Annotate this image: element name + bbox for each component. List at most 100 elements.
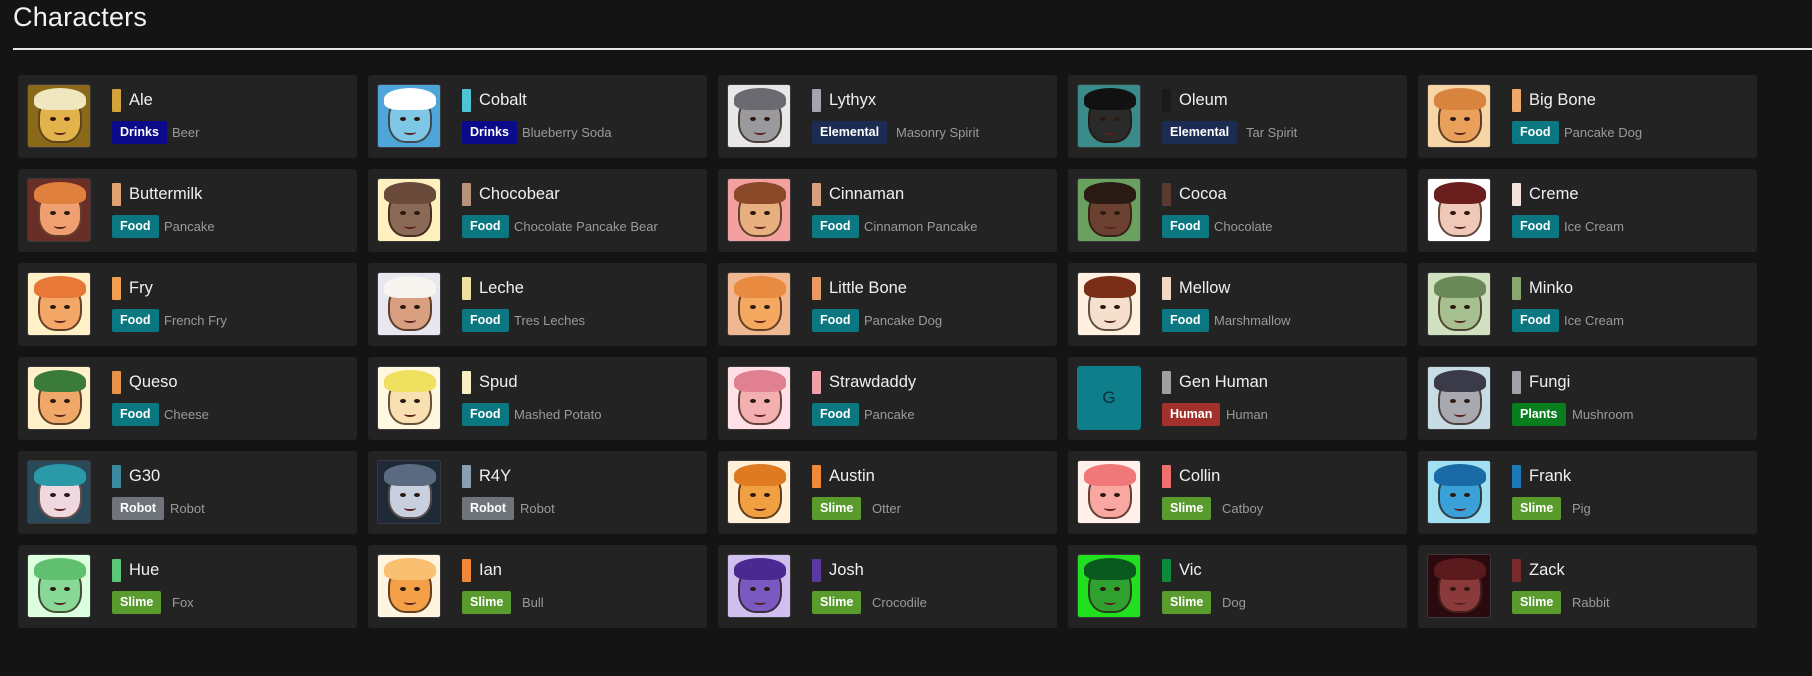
- character-name: Collin: [1179, 467, 1221, 485]
- character-card-r4y[interactable]: R4Y Robot Robot: [368, 451, 707, 534]
- character-card-little-bone[interactable]: Little Bone Food Pancake Dog: [718, 263, 1057, 346]
- character-subtype: Mushroom: [1572, 407, 1634, 422]
- character-card-leche[interactable]: Leche Food Tres Leches: [368, 263, 707, 346]
- color-swatch: [1512, 183, 1521, 206]
- character-avatar: [27, 84, 91, 148]
- character-subtype: Rabbit: [1572, 595, 1610, 610]
- character-card-strawdaddy[interactable]: Strawdaddy Food Pancake: [718, 357, 1057, 440]
- color-swatch: [1162, 89, 1171, 112]
- character-avatar: [377, 554, 441, 618]
- character-avatar: [1077, 272, 1141, 336]
- character-card-gen-human[interactable]: G Gen Human Human Human: [1068, 357, 1407, 440]
- character-name: Fry: [129, 279, 153, 297]
- character-grid: Ale Drinks Beer Cobalt Drinks Blueberry Soda L…: [18, 75, 1757, 628]
- character-name: R4Y: [479, 467, 512, 485]
- character-subtype: Human: [1226, 407, 1268, 422]
- character-subtype: Bull: [522, 595, 544, 610]
- character-card-vic[interactable]: Vic Slime Dog: [1068, 545, 1407, 628]
- color-swatch: [1512, 371, 1521, 394]
- character-card-collin[interactable]: Collin Slime Catboy: [1068, 451, 1407, 534]
- character-subtype: Mashed Potato: [514, 407, 602, 422]
- character-avatar: [727, 554, 791, 618]
- character-avatar: [27, 460, 91, 524]
- character-card-cinnaman[interactable]: Cinnaman Food Cinnamon Pancake: [718, 169, 1057, 252]
- character-card-hue[interactable]: Hue Slime Fox: [18, 545, 357, 628]
- category-badge: Food: [812, 403, 859, 426]
- character-subtype: Cheese: [164, 407, 209, 422]
- character-card-fry[interactable]: Fry Food French Fry: [18, 263, 357, 346]
- character-name: Minko: [1529, 279, 1574, 297]
- character-avatar: [27, 554, 91, 618]
- character-subtype: Ice Cream: [1564, 219, 1624, 234]
- character-card-ian[interactable]: Ian Slime Bull: [368, 545, 707, 628]
- character-card-cocoa[interactable]: Cocoa Food Chocolate: [1068, 169, 1407, 252]
- character-subtype: Pancake Dog: [864, 313, 943, 328]
- category-badge: Slime: [1162, 497, 1212, 520]
- character-card-queso[interactable]: Queso Food Cheese: [18, 357, 357, 440]
- character-card-mellow[interactable]: Mellow Food Marshmallow: [1068, 263, 1407, 346]
- character-card-creme[interactable]: Creme Food Ice Cream: [1418, 169, 1757, 252]
- character-card-chocobear[interactable]: Chocobear Food Chocolate Pancake Bear: [368, 169, 707, 252]
- color-swatch: [812, 183, 821, 206]
- category-badge: Food: [462, 309, 509, 332]
- category-badge: Slime: [462, 591, 512, 614]
- color-swatch: [812, 89, 821, 112]
- color-swatch: [1162, 277, 1171, 300]
- color-swatch: [112, 89, 121, 112]
- character-name: Austin: [829, 467, 875, 485]
- category-badge: Food: [812, 309, 859, 332]
- character-card-austin[interactable]: Austin Slime Otter: [718, 451, 1057, 534]
- character-card-lythyx[interactable]: Lythyx Elemental Masonry Spirit: [718, 75, 1057, 158]
- character-avatar: [1427, 84, 1491, 148]
- character-card-fungi[interactable]: Fungi Plants Mushroom: [1418, 357, 1757, 440]
- character-name: Oleum: [1179, 91, 1228, 109]
- color-swatch: [1512, 277, 1521, 300]
- character-card-g30[interactable]: G30 Robot Robot: [18, 451, 357, 534]
- character-name: Leche: [479, 279, 524, 297]
- character-subtype: Beer: [172, 125, 200, 140]
- color-swatch: [1162, 371, 1171, 394]
- character-card-big-bone[interactable]: Big Bone Food Pancake Dog: [1418, 75, 1757, 158]
- character-card-ale[interactable]: Ale Drinks Beer: [18, 75, 357, 158]
- category-badge: Food: [1162, 309, 1209, 332]
- character-card-oleum[interactable]: Oleum Elemental Tar Spirit: [1068, 75, 1407, 158]
- category-badge: Plants: [1512, 403, 1566, 426]
- character-name: Big Bone: [1529, 91, 1596, 109]
- character-subtype: Catboy: [1222, 501, 1264, 516]
- character-name: Fungi: [1529, 373, 1571, 391]
- character-name: Frank: [1529, 467, 1572, 485]
- category-badge: Slime: [1512, 497, 1562, 520]
- category-badge: Food: [1512, 121, 1559, 144]
- color-swatch: [812, 277, 821, 300]
- character-subtype: Blueberry Soda: [522, 125, 612, 140]
- category-badge: Slime: [1512, 591, 1562, 614]
- character-name: Little Bone: [829, 279, 907, 297]
- character-avatar: [1427, 178, 1491, 242]
- character-subtype: Marshmallow: [1214, 313, 1291, 328]
- category-badge: Slime: [1162, 591, 1212, 614]
- color-swatch: [1162, 183, 1171, 206]
- category-badge: Food: [1512, 309, 1559, 332]
- character-name: Ale: [129, 91, 153, 109]
- color-swatch: [462, 277, 471, 300]
- character-avatar: [727, 460, 791, 524]
- character-card-josh[interactable]: Josh Slime Crocodile: [718, 545, 1057, 628]
- character-card-minko[interactable]: Minko Food Ice Cream: [1418, 263, 1757, 346]
- category-badge: Slime: [812, 591, 862, 614]
- character-avatar: [1427, 272, 1491, 336]
- category-badge: Food: [462, 403, 509, 426]
- category-badge: Elemental: [1162, 121, 1238, 144]
- character-subtype: Tres Leches: [514, 313, 586, 328]
- character-avatar: [1077, 554, 1141, 618]
- character-card-zack[interactable]: Zack Slime Rabbit: [1418, 545, 1757, 628]
- character-avatar: [377, 84, 441, 148]
- character-name: Strawdaddy: [829, 373, 917, 391]
- color-swatch: [462, 183, 471, 206]
- character-card-spud[interactable]: Spud Food Mashed Potato: [368, 357, 707, 440]
- character-avatar: [377, 178, 441, 242]
- character-card-frank[interactable]: Frank Slime Pig: [1418, 451, 1757, 534]
- avatar-initial: G: [1102, 388, 1116, 407]
- character-card-buttermilk[interactable]: Buttermilk Food Pancake: [18, 169, 357, 252]
- category-badge: Elemental: [812, 121, 888, 144]
- character-card-cobalt[interactable]: Cobalt Drinks Blueberry Soda: [368, 75, 707, 158]
